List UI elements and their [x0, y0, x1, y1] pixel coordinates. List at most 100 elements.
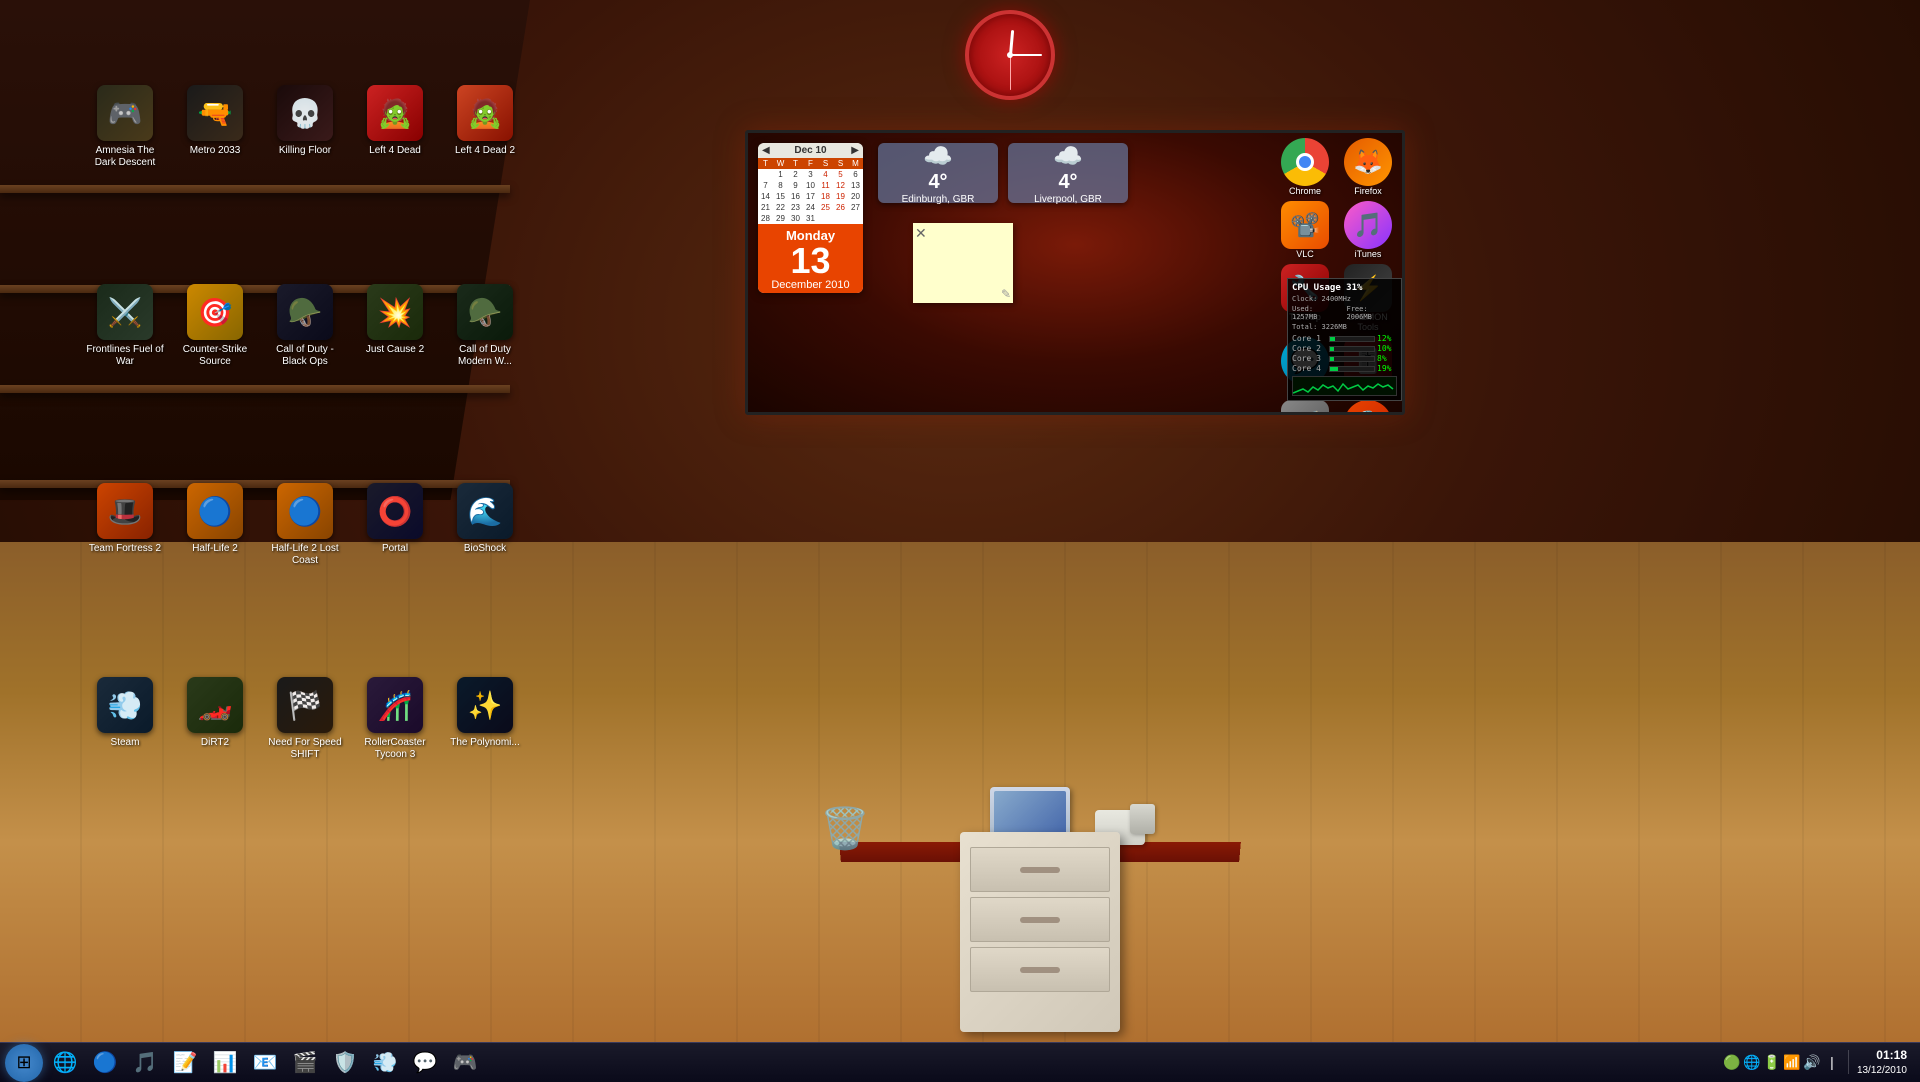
taskbar: ⊞ 🌐 🔵 🎵 📝 📊 📧 🎬 🛡️ 💨 💬 🎮 🟢 🌐 🔋 📶 🔊 — [0, 1042, 1920, 1082]
chrome-inner — [1296, 153, 1314, 171]
calendar-prev[interactable]: ◀ — [762, 145, 770, 156]
icon-metro[interactable]: 🔫 Metro 2033 — [170, 80, 260, 174]
tray-power[interactable]: 🔋 — [1764, 1054, 1780, 1070]
taskbar-chrome[interactable]: 🔵 — [87, 1045, 123, 1081]
excel-icon: 📊 — [213, 1050, 238, 1075]
icon-row-4: 💨 Steam 🏎️ DiRT2 🏁 Need For Speed SHIFT … — [80, 672, 530, 766]
tray-pinbar: | — [1824, 1054, 1840, 1070]
icon-steam[interactable]: 💨 Steam — [80, 672, 170, 766]
taskbar-outlook[interactable]: 📧 — [247, 1045, 283, 1081]
calendar-day-num: 13 — [758, 243, 863, 279]
taskbar-skype[interactable]: 💬 — [407, 1045, 443, 1081]
speaker — [1130, 804, 1155, 834]
calendar-month-year: December 2010 — [758, 279, 863, 291]
tray-signal[interactable]: 📶 — [1784, 1054, 1800, 1070]
icon-amnesia[interactable]: 🎮 Amnesia The Dark Descent — [80, 80, 170, 174]
icon-tf2[interactable]: 🎩 Team Fortress 2 — [80, 478, 170, 572]
start-button[interactable]: ⊞ — [5, 1044, 43, 1082]
icon-bioshock[interactable]: 🌊 BioShock — [440, 478, 530, 572]
itunes-icon: 🎵 — [1344, 201, 1392, 249]
cod-mw-icon-img: 🪖 — [457, 284, 513, 340]
icon-dirt2[interactable]: 🏎️ DiRT2 — [170, 672, 260, 766]
cpu-graph — [1292, 376, 1397, 396]
icon-cod-bo[interactable]: 🪖 Call of Duty - Black Ops — [260, 279, 350, 373]
icon-frontlines[interactable]: ⚔️ Frontlines Fuel of War — [80, 279, 170, 373]
system-clock[interactable]: 01:18 13/12/2010 — [1857, 1047, 1907, 1078]
vlc-label: VLC — [1296, 249, 1314, 259]
weather-edinburgh: ☁️ 4° Edinburgh, GBR — [878, 143, 998, 203]
nfs-label: Need For Speed SHIFT — [265, 737, 345, 761]
app-vlc[interactable]: 📽️ VLC — [1276, 201, 1334, 259]
app-firefox[interactable]: 🦊 Firefox — [1339, 138, 1397, 196]
sticky-note: ✕ ✎ — [913, 223, 1013, 303]
second-hand — [1010, 55, 1011, 90]
counter-label: Counter-Strike Source — [175, 344, 255, 368]
icon-counter-strike[interactable]: 🎯 Counter-Strike Source — [170, 279, 260, 373]
icon-justcause2[interactable]: 💥 Just Cause 2 — [350, 279, 440, 373]
word-icon: 📝 — [173, 1050, 198, 1075]
minute-hand — [1010, 54, 1042, 56]
icon-left4dead[interactable]: 🧟 Left 4 Dead — [350, 80, 440, 174]
game-taskbar-icon: 🎮 — [453, 1050, 478, 1075]
weather-liverpool-icon: ☁️ — [1053, 142, 1083, 171]
icon-left4dead2[interactable]: 🧟 Left 4 Dead 2 — [440, 80, 530, 174]
icon-rct3[interactable]: 🎢 RollerCoaster Tycoon 3 — [350, 672, 440, 766]
calendar-days-header: T W T F S S M — [758, 158, 863, 169]
icon-cod-mw[interactable]: 🪖 Call of Duty Modern W... — [440, 279, 530, 373]
hl2-label: Half-Life 2 — [192, 543, 238, 555]
amnesia-icon-img: 🎮 — [97, 85, 153, 141]
firefox-icon: 🦊 — [1344, 138, 1392, 186]
icon-nfs[interactable]: 🏁 Need For Speed SHIFT — [260, 672, 350, 766]
hl2lc-label: Half-Life 2 Lost Coast — [265, 543, 345, 567]
weather-edinburgh-temp: 4° — [928, 171, 947, 194]
calendar-widget: ◀ Dec 10 ▶ T W T F S S M 123456 78910111… — [758, 143, 863, 293]
weather-liverpool: ☁️ 4° Liverpool, GBR — [1008, 143, 1128, 203]
sticky-close-button[interactable]: ✕ — [915, 225, 927, 242]
malwarebytes-icon: 🛡️ — [333, 1050, 358, 1075]
drawer-1-handle — [1020, 867, 1060, 873]
taskbar-mediaplayer[interactable]: 🎬 — [287, 1045, 323, 1081]
cod-mw-label: Call of Duty Modern W... — [445, 344, 525, 368]
taskbar-excel[interactable]: 📊 — [207, 1045, 243, 1081]
taskbar-itunes[interactable]: 🎵 — [127, 1045, 163, 1081]
app-chrome[interactable]: Chrome — [1276, 138, 1334, 196]
frontlines-label: Frontlines Fuel of War — [85, 344, 165, 368]
sticky-edit-icon[interactable]: ✎ — [1001, 287, 1011, 301]
cpu-core2-track — [1329, 346, 1375, 352]
taskbar-game[interactable]: 🎮 — [447, 1045, 483, 1081]
tray-volume[interactable]: 🔊 — [1804, 1054, 1820, 1070]
clock-face — [965, 10, 1055, 100]
taskbar-malwarebytes[interactable]: 🛡️ — [327, 1045, 363, 1081]
app-guitar-pro[interactable]: 🎸 Guitar Pro 5 — [1276, 400, 1334, 412]
icon-hl2[interactable]: 🔵 Half-Life 2 — [170, 478, 260, 572]
cpu-core3-fill — [1330, 357, 1334, 361]
cpu-core1-track — [1329, 336, 1375, 342]
icon-hl2-lc[interactable]: 🔵 Half-Life 2 Lost Coast — [260, 478, 350, 572]
taskbar-steam[interactable]: 💨 — [367, 1045, 403, 1081]
calendar-next[interactable]: ▶ — [851, 145, 859, 156]
jc2-icon-img: 💥 — [367, 284, 423, 340]
cpu-core3: Core 3 8% — [1292, 354, 1397, 363]
drawer-3-handle — [1020, 967, 1060, 973]
tf2-label: Team Fortress 2 — [89, 543, 161, 555]
app-audacity[interactable]: 🎙️ Audacity — [1339, 400, 1397, 412]
laptop-screen — [994, 791, 1066, 838]
amnesia-label: Amnesia The Dark Descent — [85, 145, 165, 169]
steam-label: Steam — [111, 737, 140, 749]
drawer-2-handle — [1020, 917, 1060, 923]
tray-security[interactable]: 🟢 — [1724, 1054, 1740, 1070]
tray-network[interactable]: 🌐 — [1744, 1054, 1760, 1070]
chrome-taskbar-icon: 🔵 — [93, 1050, 118, 1075]
cpu-core1: Core 1 12% — [1292, 334, 1397, 343]
taskbar-word[interactable]: 📝 — [167, 1045, 203, 1081]
cod-bo-icon-img: 🪖 — [277, 284, 333, 340]
recycle-bin[interactable]: 🗑️ — [820, 805, 870, 852]
icon-portal[interactable]: ⭕ Portal — [350, 478, 440, 572]
cpu-graph-svg — [1293, 377, 1396, 395]
icon-polynomial[interactable]: ✨ The Polynomi... — [440, 672, 530, 766]
frontlines-icon-img: ⚔️ — [97, 284, 153, 340]
calendar-big-date: Monday 13 December 2010 — [758, 224, 863, 293]
icon-killing-floor[interactable]: 💀 Killing Floor — [260, 80, 350, 174]
taskbar-ie[interactable]: 🌐 — [47, 1045, 83, 1081]
app-itunes[interactable]: 🎵 iTunes — [1339, 201, 1397, 259]
